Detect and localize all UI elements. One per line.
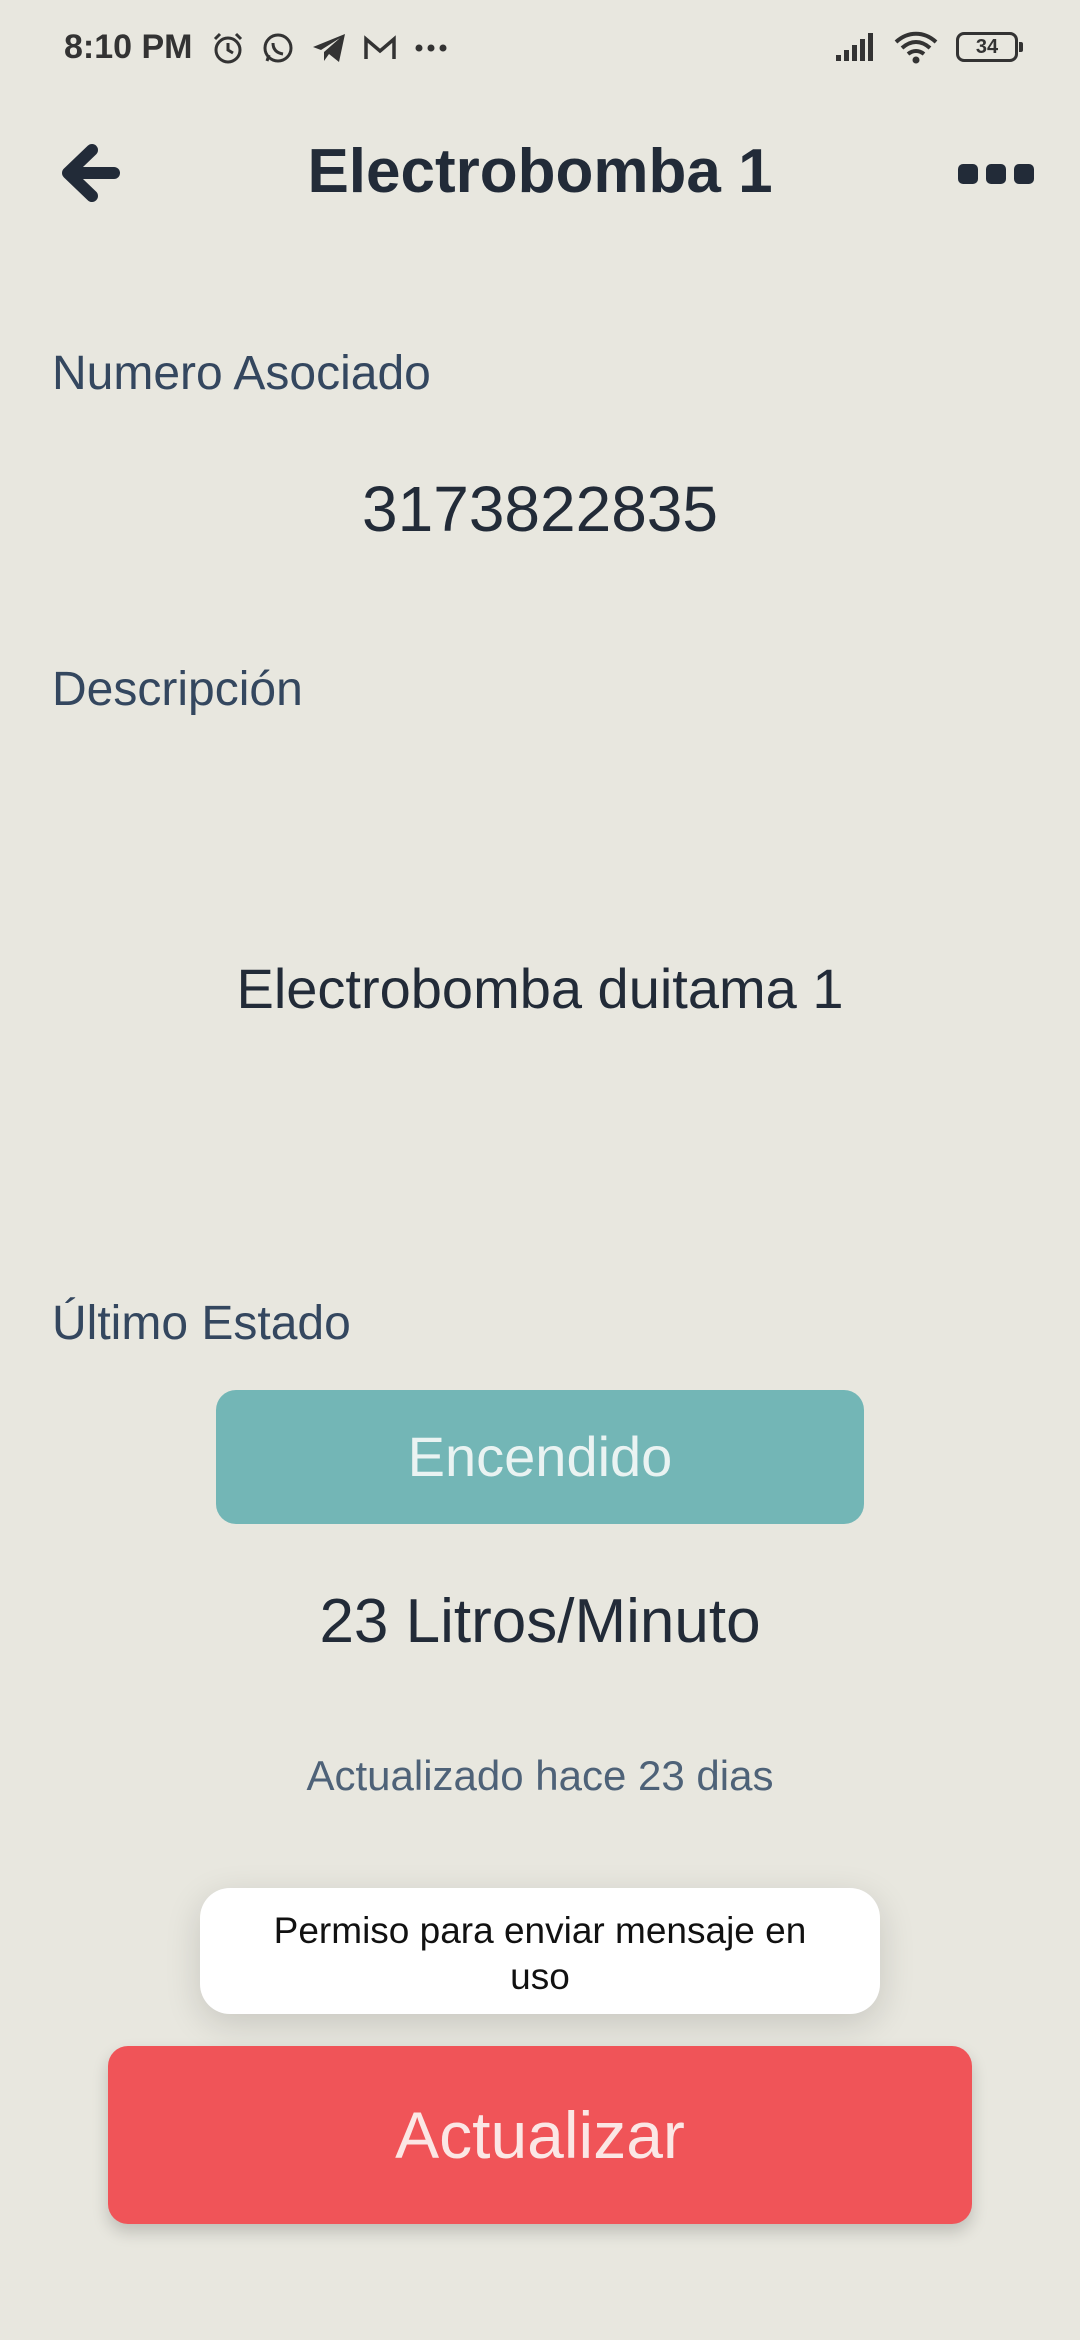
- last-status-label: Último Estado: [52, 1297, 351, 1350]
- gmail-icon: [364, 35, 396, 59]
- description-value: Electrobomba duitama 1: [236, 957, 844, 1020]
- notification-icons: [210, 30, 450, 66]
- more-options-icon: [958, 164, 1034, 184]
- more-notifications-icon: [415, 44, 447, 52]
- battery-indicator: 34: [956, 32, 1023, 62]
- update-button[interactable]: Actualizar: [108, 2046, 972, 2224]
- system-icons: 34: [834, 30, 1023, 64]
- telegram-icon: [313, 34, 345, 62]
- whatsapp-icon: [263, 33, 293, 63]
- more-options-button[interactable]: [956, 158, 1036, 192]
- description-label: Descripción: [52, 663, 303, 716]
- associated-number-value: 3173822835: [362, 473, 718, 545]
- wifi-icon: [894, 31, 938, 64]
- status-badge: Encendido: [216, 1390, 864, 1524]
- status-bar: 8:10 PM 34: [0, 0, 1080, 100]
- last-updated-text: Actualizado hace 23 dias: [306, 1752, 774, 1799]
- page-title: Electrobomba 1: [307, 137, 773, 206]
- status-time: 8:10 PM: [64, 28, 193, 66]
- signal-icon: [836, 33, 873, 61]
- associated-number-label: Numero Asociado: [52, 347, 431, 400]
- flow-rate-value: 23 Litros/Minuto: [319, 1587, 761, 1656]
- alarm-icon: [213, 32, 243, 64]
- app-bar: Electrobomba 1: [0, 110, 1080, 240]
- toast-message: Permiso para enviar mensaje en uso: [200, 1888, 880, 2014]
